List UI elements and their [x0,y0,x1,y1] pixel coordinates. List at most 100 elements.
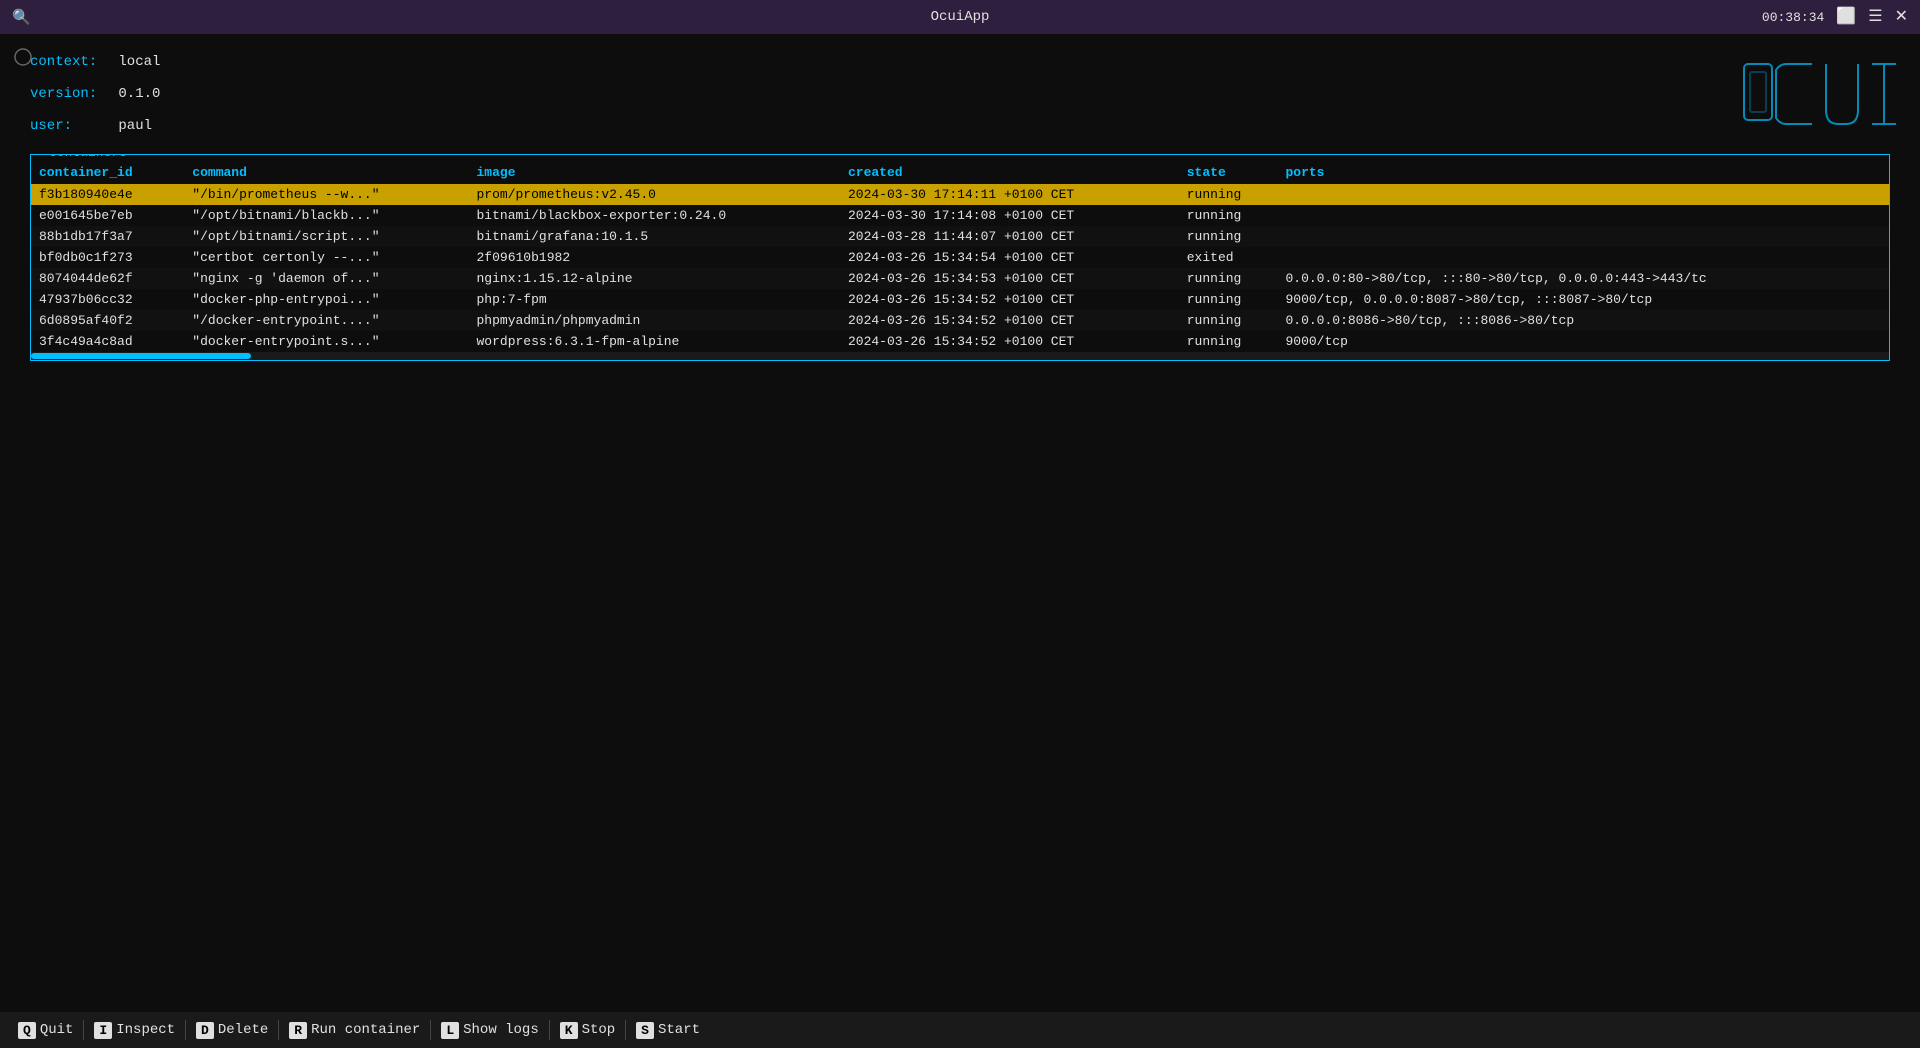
cell-command: "certbot certonly --..." [184,247,468,268]
menu-button[interactable]: ☰ [1868,9,1882,25]
version-label: version: [30,86,110,102]
toolbar-key: L [441,1022,459,1039]
toolbar-key: D [196,1022,214,1039]
table-row[interactable]: bf0db0c1f273 "certbot certonly --..." 2f… [31,247,1889,268]
cell-container-id: 88b1db17f3a7 [31,226,184,247]
cell-container-id: 6d0895af40f2 [31,310,184,331]
cell-image: phpmyadmin/phpmyadmin [469,310,840,331]
search-icon[interactable]: 🔍 [12,8,31,27]
scrollbar-thumb[interactable] [31,353,251,359]
col-created: created [840,161,1179,184]
context-value: local [118,54,160,70]
cell-image: 2f09610b1982 [469,247,840,268]
table-row[interactable]: e001645be7eb "/opt/bitnami/blackb..." bi… [31,205,1889,226]
context-row: context: local [30,54,1890,70]
cell-ports [1277,205,1889,226]
titlebar-title: OcuiApp [931,9,990,25]
main-content: context: local version: 0.1.0 user: paul [0,34,1920,381]
toolbar-item-stop[interactable]: KStop [550,1012,625,1048]
cell-image: bitnami/blackbox-exporter:0.24.0 [469,205,840,226]
table-row[interactable]: 8074044de62f "nginx -g 'daemon of..." ng… [31,268,1889,289]
toolbar-item-delete[interactable]: DDelete [186,1012,278,1048]
cell-ports: 9000/tcp, 0.0.0.0:8087->80/tcp, :::8087-… [1277,289,1889,310]
cell-command: "docker-php-entrypoi..." [184,289,468,310]
maximize-button[interactable]: ⬜ [1836,9,1856,25]
cell-container-id: 3f4c49a4c8ad [31,331,184,352]
table-row[interactable]: 88b1db17f3a7 "/opt/bitnami/script..." bi… [31,226,1889,247]
version-value: 0.1.0 [118,86,160,102]
table-row[interactable]: 3f4c49a4c8ad "docker-entrypoint.s..." wo… [31,331,1889,352]
horizontal-scrollbar[interactable] [31,352,1889,360]
user-label: user: [30,118,110,134]
toolbar-item-run-container[interactable]: RRun container [279,1012,430,1048]
table-row[interactable]: 6d0895af40f2 "/docker-entrypoint...." ph… [31,310,1889,331]
containers-tbody: f3b180940e4e "/bin/prometheus --w..." pr… [31,184,1889,352]
cell-image: prom/prometheus:v2.45.0 [469,184,840,205]
cell-created: 2024-03-30 17:14:11 +0100 CET [840,184,1179,205]
titlebar-left: 🔍 [12,8,31,27]
cell-command: "/bin/prometheus --w..." [184,184,468,205]
version-row: version: 0.1.0 [30,86,1890,102]
table-row[interactable]: f3b180940e4e "/bin/prometheus --w..." pr… [31,184,1889,205]
cell-ports: 0.0.0.0:80->80/tcp, :::80->80/tcp, 0.0.0… [1277,268,1889,289]
cell-command: "nginx -g 'daemon of..." [184,268,468,289]
titlebar: 🔍 OcuiApp 00:38:34 ⬜ ☰ ✕ [0,0,1920,34]
cell-created: 2024-03-26 15:34:52 +0100 CET [840,289,1179,310]
toolbar-label: Stop [582,1022,616,1038]
cell-ports [1277,184,1889,205]
toolbar-label: Show logs [463,1022,539,1038]
col-state: state [1179,161,1278,184]
cell-created: 2024-03-26 15:34:54 +0100 CET [840,247,1179,268]
col-ports: ports [1277,161,1889,184]
containers-label: containers [43,154,133,160]
toolbar-label: Inspect [116,1022,175,1038]
cell-state: running [1179,184,1278,205]
cell-created: 2024-03-26 15:34:52 +0100 CET [840,331,1179,352]
toolbar-key: I [94,1022,112,1039]
titlebar-right: 00:38:34 ⬜ ☰ ✕ [1762,9,1908,25]
col-command: command [184,161,468,184]
cell-created: 2024-03-28 11:44:07 +0100 CET [840,226,1179,247]
cell-container-id: f3b180940e4e [31,184,184,205]
toolbar-item-inspect[interactable]: IInspect [84,1012,185,1048]
cell-created: 2024-03-26 15:34:52 +0100 CET [840,310,1179,331]
toolbar-item-quit[interactable]: QQuit [8,1012,83,1048]
cell-image: bitnami/grafana:10.1.5 [469,226,840,247]
toolbar-key: S [636,1022,654,1039]
toolbar-key: R [289,1022,307,1039]
table-row[interactable]: 47937b06cc32 "docker-php-entrypoi..." ph… [31,289,1889,310]
toolbar-item-show-logs[interactable]: LShow logs [431,1012,548,1048]
user-row: user: paul [30,118,1890,134]
cell-image: php:7-fpm [469,289,840,310]
toolbar-key: K [560,1022,578,1039]
toolbar-label: Delete [218,1022,268,1038]
toolbar-item-start[interactable]: SStart [626,1012,710,1048]
info-section: context: local version: 0.1.0 user: paul [30,54,1890,134]
cell-container-id: 8074044de62f [31,268,184,289]
close-button[interactable]: ✕ [1895,9,1908,25]
cell-state: running [1179,331,1278,352]
context-label: context: [30,54,110,70]
cell-command: "docker-entrypoint.s..." [184,331,468,352]
cell-container-id: e001645be7eb [31,205,184,226]
cell-command: "/opt/bitnami/script..." [184,226,468,247]
cell-ports: 9000/tcp [1277,331,1889,352]
cell-state: running [1179,268,1278,289]
cell-ports [1277,247,1889,268]
cell-state: running [1179,310,1278,331]
toolbar-label: Run container [311,1022,420,1038]
toolbar-label: Quit [40,1022,74,1038]
cell-image: wordpress:6.3.1-fpm-alpine [469,331,840,352]
table-header-row: container_id command image created state… [31,161,1889,184]
cell-container-id: bf0db0c1f273 [31,247,184,268]
cell-container-id: 47937b06cc32 [31,289,184,310]
toolbar-label: Start [658,1022,700,1038]
logo [1740,54,1900,134]
clock: 00:38:34 [1762,10,1824,25]
toolbar: QQuitIInspectDDeleteRRun containerLShow … [0,1012,1920,1048]
cell-state: exited [1179,247,1278,268]
col-image: image [469,161,840,184]
cell-state: running [1179,205,1278,226]
cell-command: "/docker-entrypoint...." [184,310,468,331]
cell-created: 2024-03-30 17:14:08 +0100 CET [840,205,1179,226]
